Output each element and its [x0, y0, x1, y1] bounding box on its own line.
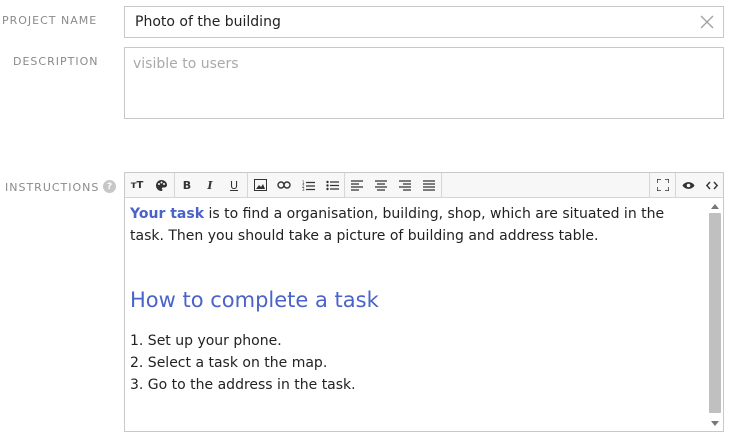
instructions-editor[interactable]: тT B I U 123 Your task is to find a orga…	[124, 172, 724, 432]
instructions-heading: How to complete a task	[130, 288, 379, 312]
palette-icon	[155, 179, 167, 191]
project-name-value: Photo of the building	[135, 14, 281, 30]
bold-button[interactable]: B	[175, 173, 199, 197]
scroll-down-icon[interactable]	[711, 421, 719, 426]
text-size-icon: тT	[130, 179, 144, 191]
italic-icon: I	[207, 178, 213, 192]
scroll-up-icon[interactable]	[711, 204, 719, 209]
fullscreen-button[interactable]	[651, 173, 675, 197]
underline-button[interactable]: U	[222, 173, 246, 197]
ordered-list-icon: 123	[302, 180, 315, 191]
editor-toolbar: тT B I U 123	[125, 173, 723, 198]
svg-text:3: 3	[302, 187, 305, 191]
scrollbar-thumb[interactable]	[709, 213, 721, 413]
fullscreen-icon	[657, 179, 669, 191]
project-name-label: PROJECT NAME	[2, 14, 98, 27]
insert-image-button[interactable]	[248, 173, 272, 197]
description-label: DESCRIPTION	[13, 55, 99, 68]
clear-icon[interactable]	[699, 14, 715, 30]
bullet-list-button[interactable]	[320, 173, 344, 197]
color-button[interactable]	[149, 173, 173, 197]
toolbar-divider	[649, 173, 650, 197]
source-code-button[interactable]	[700, 173, 724, 197]
ordered-list-button[interactable]: 123	[296, 173, 320, 197]
intro-paragraph: Your task is to find a organisation, bui…	[130, 203, 702, 247]
italic-button[interactable]: I	[198, 173, 222, 197]
align-justify-icon	[423, 179, 435, 191]
link-icon	[277, 181, 291, 189]
bold-icon: B	[182, 178, 192, 192]
step-item: 3. Go to the address in the task.	[130, 377, 356, 393]
align-right-icon	[399, 179, 411, 191]
project-name-input[interactable]: Photo of the building	[124, 6, 724, 38]
align-left-icon	[351, 179, 363, 191]
help-icon[interactable]: ?	[103, 180, 116, 193]
editor-content[interactable]: Your task is to find a organisation, bui…	[130, 203, 702, 396]
description-textarea[interactable]: visible to users	[124, 47, 724, 119]
align-left-button[interactable]	[345, 173, 369, 197]
code-icon	[706, 181, 718, 189]
image-icon	[253, 179, 267, 191]
description-placeholder: visible to users	[133, 56, 239, 72]
toolbar-divider	[441, 173, 442, 197]
text-size-button[interactable]: тT	[125, 173, 149, 197]
insert-link-button[interactable]	[272, 173, 296, 197]
instructions-label: INSTRUCTIONS	[5, 181, 100, 194]
align-center-icon	[375, 179, 387, 191]
underline-icon: U	[229, 178, 239, 192]
step-item: 1. Set up your phone.	[130, 333, 282, 349]
editor-scrollbar[interactable]	[709, 199, 721, 431]
bullet-list-icon	[325, 180, 339, 190]
align-right-button[interactable]	[393, 173, 417, 197]
eye-icon	[682, 181, 694, 189]
justify-button[interactable]	[417, 173, 441, 197]
align-center-button[interactable]	[369, 173, 393, 197]
preview-button[interactable]	[676, 173, 700, 197]
intro-text: is to find a organisation, building, sho…	[130, 206, 665, 244]
step-item: 2. Select a task on the map.	[130, 355, 328, 371]
intro-strong: Your task	[130, 206, 204, 222]
